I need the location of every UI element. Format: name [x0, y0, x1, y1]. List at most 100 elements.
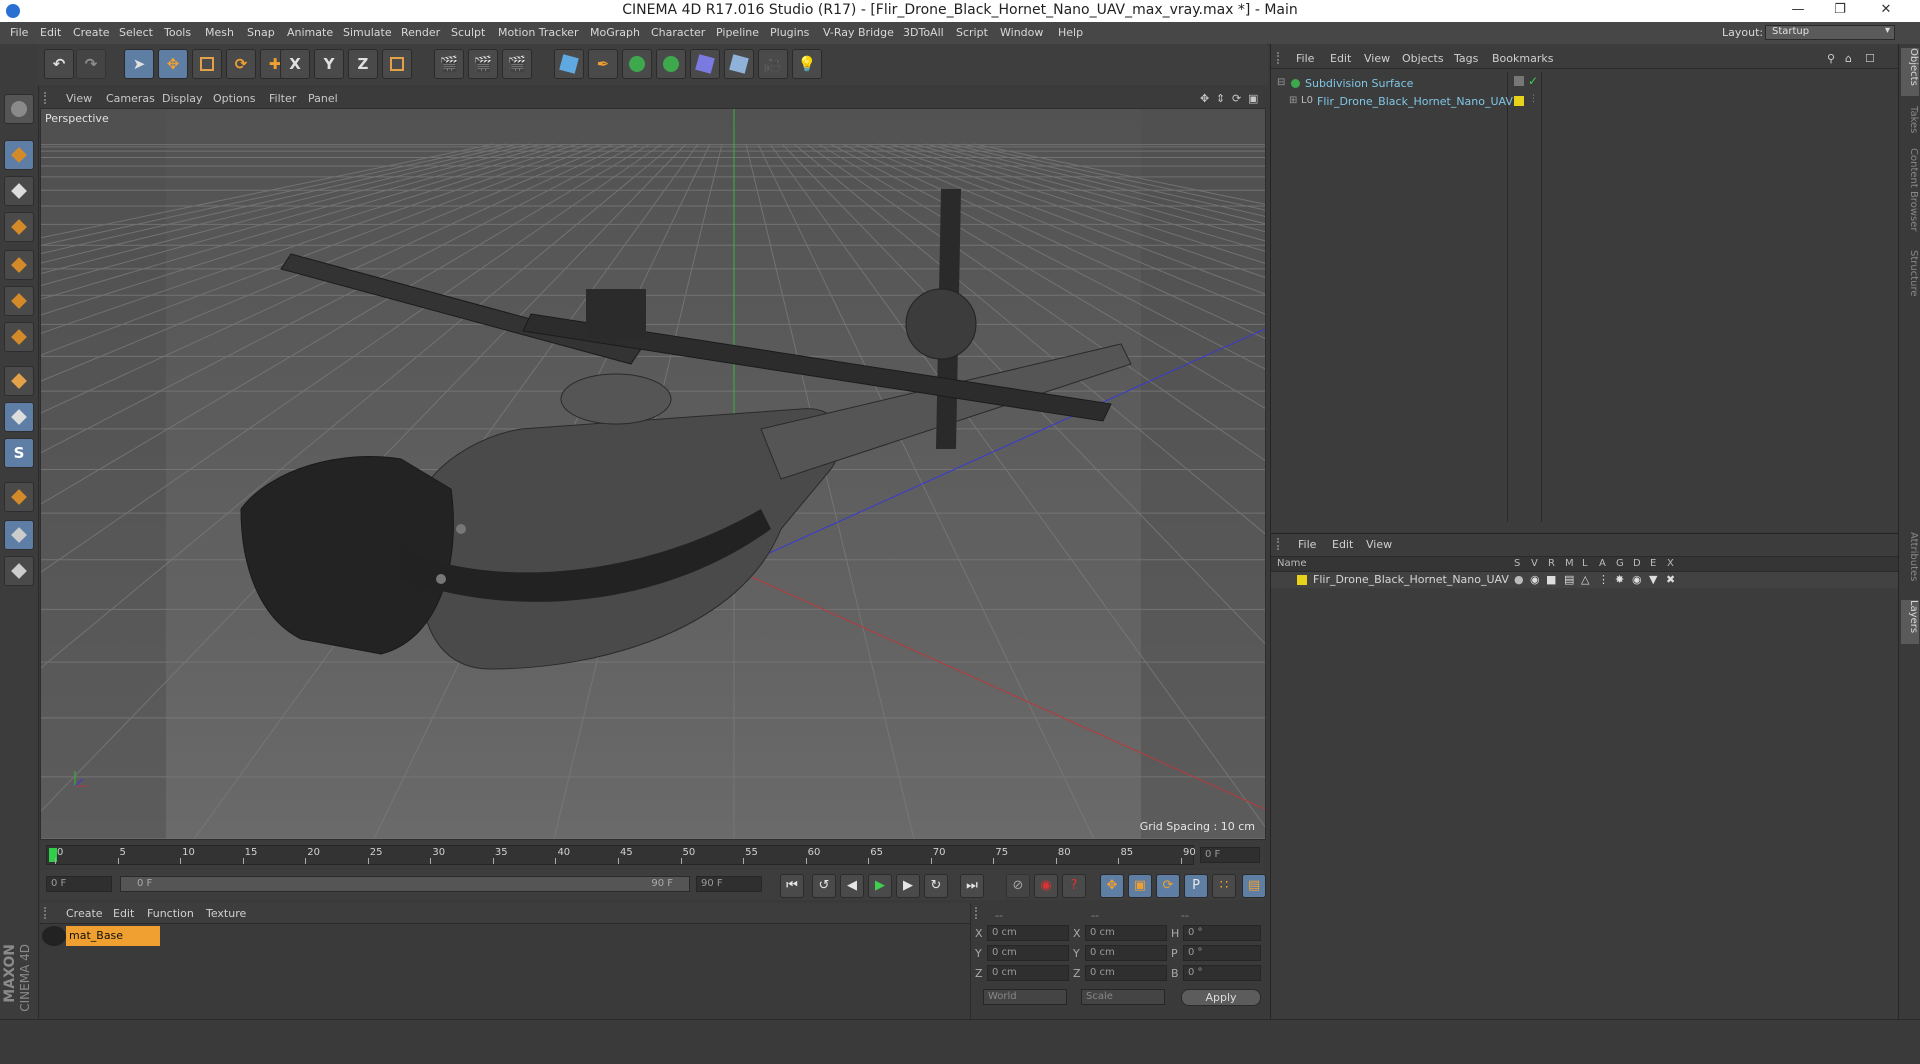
current-frame-field[interactable]: 0 F [1200, 847, 1260, 863]
key-parameter-button[interactable]: P [1184, 874, 1208, 898]
menu-animate[interactable]: Animate [287, 26, 333, 39]
layers-menu-view[interactable]: View [1366, 538, 1392, 551]
points-mode-button[interactable] [4, 250, 34, 280]
make-editable-button[interactable] [4, 94, 34, 124]
menu-simulate[interactable]: Simulate [343, 26, 392, 39]
layers-menu-edit[interactable]: Edit [1332, 538, 1353, 551]
menu-mograph[interactable]: MoGraph [590, 26, 640, 39]
add-floor-button[interactable] [724, 49, 754, 79]
add-spline-button[interactable]: ✒ [588, 49, 618, 79]
search-icon[interactable]: ⚲ [1827, 52, 1835, 65]
close-icon[interactable]: ✕ [1868, 0, 1904, 22]
add-light-button[interactable]: 💡 [792, 49, 822, 79]
tab-takes[interactable]: Takes [1901, 106, 1919, 146]
workplane-lock-button[interactable] [4, 520, 34, 550]
xref-icon[interactable]: ✖ [1666, 573, 1675, 586]
rotate-tool-button[interactable]: ⟳ [226, 49, 256, 79]
render-to-picture-viewer-button[interactable]: 🎬 [468, 49, 498, 79]
menu-help[interactable]: Help [1058, 26, 1083, 39]
expand-icon[interactable]: ⊞ [1289, 95, 1297, 106]
material-menu-create[interactable]: Create [66, 907, 103, 920]
key-pla-button[interactable]: ∷ [1212, 874, 1236, 898]
viewport-perspective[interactable]: Perspective Grid Spacing : 10 cm [40, 108, 1266, 840]
tweak-mode-button[interactable] [4, 402, 34, 432]
redo-button[interactable]: ↷ [76, 49, 106, 79]
record-keys-disabled-button[interactable]: ⊘ [1006, 874, 1030, 898]
undo-button[interactable]: ↶ [44, 49, 74, 79]
coord-rot-b-field[interactable]: 0 ° [1183, 965, 1261, 981]
play-button[interactable]: ▶ [868, 874, 892, 898]
layout-dropdown[interactable]: Startup ▾ [1765, 25, 1895, 40]
workplane-rotate-button[interactable] [4, 556, 34, 586]
viewport-menu-display[interactable]: Display [162, 92, 203, 105]
key-scale-button[interactable]: ▣ [1128, 874, 1152, 898]
menu-snap[interactable]: Snap [247, 26, 275, 39]
coord-rot-h-field[interactable]: 0 ° [1183, 925, 1261, 941]
x-axis-lock-button[interactable]: X [280, 49, 310, 79]
generator-icon[interactable]: ✸ [1615, 573, 1624, 586]
next-key-button[interactable]: ↻ [924, 874, 948, 898]
solo-dot-icon[interactable]: ● [1514, 573, 1524, 586]
timeline-ruler[interactable]: 0 5 10 15 20 25 30 35 40 45 50 55 60 65 70 75 80 85 90 0 F [40, 841, 1264, 869]
autokey-button[interactable]: ? [1062, 874, 1086, 898]
viewport-menu-view[interactable]: View [66, 92, 92, 105]
layer-color-swatch[interactable] [1297, 575, 1307, 585]
z-axis-lock-button[interactable]: Z [348, 49, 378, 79]
menu-render[interactable]: Render [401, 26, 440, 39]
objects-menu-tags[interactable]: Tags [1454, 52, 1478, 65]
viewport-menu-cameras[interactable]: Cameras [106, 92, 155, 105]
coord-rot-p-field[interactable]: 0 ° [1183, 945, 1261, 961]
enabled-check-icon[interactable]: ✓ [1528, 74, 1538, 88]
edit-render-settings-button[interactable]: 🎬 [502, 49, 532, 79]
end-frame-field[interactable]: 90 F [696, 876, 762, 892]
menu-window[interactable]: Window [1000, 26, 1043, 39]
visibility-dots-icon[interactable]: ⋮ [1529, 94, 1538, 104]
add-generator-button[interactable] [622, 49, 652, 79]
enable-axis-button[interactable] [4, 366, 34, 396]
deformer-icon[interactable]: ◉ [1632, 573, 1642, 586]
move-tool-button[interactable]: ✥ [158, 49, 188, 79]
menu-create[interactable]: Create [73, 26, 110, 39]
menu-vray-bridge[interactable]: V-Ray Bridge [823, 26, 894, 39]
menu-character[interactable]: Character [651, 26, 705, 39]
menu-select[interactable]: Select [119, 26, 153, 39]
coordinate-mode-dropdown[interactable]: World [983, 989, 1067, 1005]
menu-file[interactable]: File [10, 26, 28, 39]
coord-pos-z-field[interactable]: 0 cm [987, 965, 1069, 981]
snap-button[interactable]: S [4, 438, 34, 468]
next-frame-button[interactable]: ▶ [896, 874, 920, 898]
tab-layers[interactable]: Layers [1901, 600, 1919, 644]
menu-sculpt[interactable]: Sculpt [451, 26, 485, 39]
viewport-rotate-icon[interactable]: ⟳ [1232, 92, 1241, 105]
model-mode-button[interactable] [4, 140, 34, 170]
apply-button[interactable]: Apply [1181, 989, 1261, 1006]
tree-row-drone[interactable]: ⊞ L0 Flir_Drone_Black_Hornet_Nano_UAV [1275, 94, 1513, 110]
texture-mode-button[interactable] [4, 176, 34, 206]
viewport-menu-options[interactable]: Options [213, 92, 255, 105]
coord-pos-y-field[interactable]: 0 cm [987, 945, 1069, 961]
tab-content-browser[interactable]: Content Browser [1901, 148, 1919, 248]
viewport-menu-filter[interactable]: Filter [269, 92, 296, 105]
timeline-track[interactable]: 0 5 10 15 20 25 30 35 40 45 50 55 60 65 70 75 80 85 90 [46, 845, 1196, 865]
render-view-button[interactable]: 🎬 [434, 49, 464, 79]
menu-mesh[interactable]: Mesh [205, 26, 234, 39]
live-selection-button[interactable]: ➤ [124, 49, 154, 79]
viewport-zoom-icon[interactable]: ⇕ [1216, 92, 1225, 105]
restore-icon[interactable]: ❐ [1822, 0, 1858, 22]
workplane-mode-button[interactable] [4, 212, 34, 242]
viewport-move-icon[interactable]: ✥ [1200, 92, 1209, 105]
go-to-end-button[interactable]: ⏭ [960, 874, 984, 898]
viewport-maximize-icon[interactable]: ▣ [1248, 92, 1258, 105]
menu-motion-tracker[interactable]: Motion Tracker [498, 26, 578, 39]
material-menu-edit[interactable]: Edit [113, 907, 134, 920]
material-menu-function[interactable]: Function [147, 907, 194, 920]
collapse-icon[interactable]: ⊟ [1277, 77, 1285, 88]
tab-objects[interactable]: Objects [1901, 48, 1919, 96]
key-rotation-button[interactable]: ⟳ [1156, 874, 1180, 898]
material-preview-sphere[interactable] [42, 926, 66, 946]
window-icon[interactable]: ☐ [1865, 52, 1875, 65]
objects-menu-objects[interactable]: Objects [1402, 52, 1444, 65]
coord-size-z-field[interactable]: 0 cm [1085, 965, 1167, 981]
menu-script[interactable]: Script [956, 26, 988, 39]
coordinate-system-button[interactable] [382, 49, 412, 79]
